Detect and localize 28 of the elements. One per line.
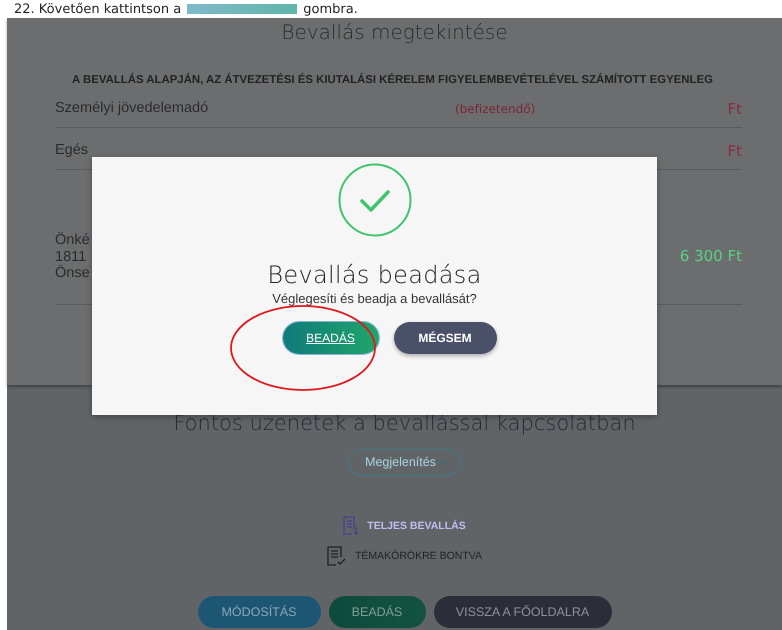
row-label: Önké <box>55 232 90 248</box>
section-title: Fontos üzenetek a bevallással kapcsolatban <box>173 411 636 435</box>
dialog-title: Bevallás beadása <box>267 261 482 289</box>
document-check-icon <box>327 546 347 566</box>
action-button[interactable]: VISSZA A FŐOLDALRA <box>434 596 612 628</box>
checkmark-icon <box>338 163 412 237</box>
row-label: Önse <box>55 265 90 282</box>
page-title: Bevallás megtekintése <box>280 19 509 44</box>
document-link[interactable]: TÉMAKÖRÖKRE BONTVA <box>355 550 482 562</box>
row-note: (befizetendő) <box>455 102 536 116</box>
row-label: Egés <box>55 142 88 158</box>
row-label: Személyi jövedelemadó <box>55 100 208 116</box>
document-link[interactable]: TELJES BEVALLÁS <box>367 520 466 532</box>
caption-text: gombra. <box>303 2 358 16</box>
display-dropdown[interactable]: Megjelenítés <box>348 449 461 476</box>
cancel-button[interactable]: MÉGSEM <box>394 322 496 354</box>
caption-text: 22. Követően kattintson a <box>14 2 182 16</box>
submit-button[interactable]: BEADÁS <box>282 322 378 354</box>
section-heading: A BEVALLÁS ALAPJÁN, AZ ÁTVEZETÉSI ÉS KIUTALÁSI KÉRELEM FIGYELEMBEVÉTELÉVEL SZÁMÍTOTT EGYENLEG <box>71 74 714 86</box>
row-label: 1811 <box>55 248 86 264</box>
amount-text: 6 300 Ft <box>680 247 742 265</box>
amount-text: Ft <box>727 142 742 160</box>
action-button[interactable]: BEADÁS <box>328 596 426 628</box>
action-button[interactable]: MÓDOSÍTÁS <box>198 596 320 628</box>
document-download-icon <box>343 516 360 536</box>
chevron-icon <box>438 459 448 465</box>
dialog-message: Véglegesíti és beadja a bevallását? <box>272 291 477 306</box>
amount-text: Ft <box>727 100 742 118</box>
